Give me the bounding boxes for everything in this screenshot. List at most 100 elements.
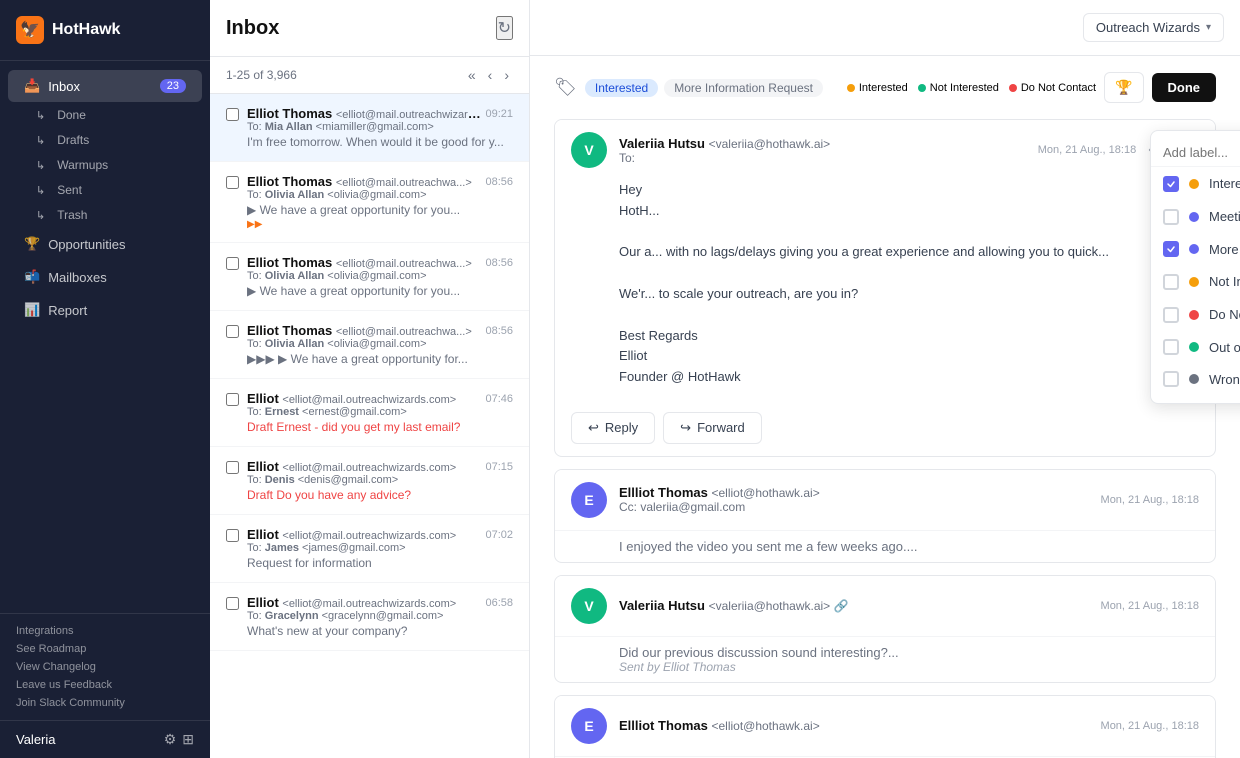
sidebar: 🦅 HotHawk 📥 Inbox 23 Done Drafts Warmups… — [0, 0, 210, 758]
app-name: HotHawk — [52, 21, 120, 39]
user-name: Valeria — [16, 732, 56, 747]
label-option-out-of-office[interactable]: Out of Office — [1151, 331, 1240, 363]
email-time: 08:56 — [485, 325, 513, 337]
email-checkbox[interactable] — [226, 325, 239, 338]
email-item-content: Elliot Thomas <elliot@mail.outreachwa...… — [247, 174, 513, 230]
roadmap-link[interactable]: See Roadmap — [16, 640, 194, 658]
forward-button[interactable]: ↪ Forward — [663, 412, 762, 444]
email-arrows: ▶▶ — [247, 219, 513, 230]
layout-icon[interactable]: ⊞ — [182, 731, 194, 748]
settings-icon[interactable]: ⚙ — [164, 731, 177, 748]
thread-from: Valeriia Hutsu <valeriia@hothawk.ai> — [619, 136, 1026, 151]
email-checkbox[interactable] — [226, 108, 239, 121]
thread-item: E Ellliot Thomas <elliot@hothawk.ai> Cc:… — [554, 469, 1216, 563]
refresh-button[interactable]: ↻ — [496, 16, 513, 40]
integrations-link[interactable]: Integrations — [16, 622, 194, 640]
trash-label: Trash — [57, 208, 87, 222]
report-label: Report — [48, 303, 87, 318]
thread-meta: Valeriia Hutsu <valeriia@hothawk.ai> To: — [619, 136, 1026, 165]
thread-item: V Valeriia Hutsu <valeriia@hothawk.ai> T… — [554, 119, 1216, 457]
email-item-content: Elliot <elliot@mail.outreachwizards.com>… — [247, 527, 513, 570]
done-button[interactable]: Done — [1152, 73, 1217, 102]
org-selector[interactable]: Outreach Wizards ▾ — [1083, 13, 1224, 42]
sidebar-item-done[interactable]: Done — [20, 103, 202, 127]
label-option-do-not-contact[interactable]: Do Not Contact ★ — [1151, 298, 1240, 331]
reply-button[interactable]: ↩ Reply — [571, 412, 655, 444]
label-tag-icon[interactable]: 🏷 — [554, 77, 577, 98]
color-dot-interested — [1189, 179, 1199, 189]
list-item[interactable]: Elliot Thomas <elliot@mail.outreachwa...… — [210, 243, 529, 311]
label-search-input[interactable] — [1163, 145, 1240, 160]
list-item[interactable]: Elliot <elliot@mail.outreachwizards.com>… — [210, 515, 529, 583]
prev-page-button[interactable]: ‹ — [484, 65, 497, 85]
list-item[interactable]: Elliot Thomas <elliot@mail.outreachwa...… — [210, 162, 529, 243]
email-sender: Elliot <elliot@mail.outreachwizards.com> — [247, 595, 456, 610]
pagination-range: 1-25 of 3,966 — [226, 68, 297, 82]
email-sender: Elliot <elliot@mail.outreachwizards.com> — [247, 527, 456, 542]
email-list-title: Inbox — [226, 17, 279, 40]
changelog-link[interactable]: View Changelog — [16, 658, 194, 676]
slack-link[interactable]: Join Slack Community — [16, 694, 194, 712]
next-page-button[interactable]: › — [500, 65, 513, 85]
email-preview: ▶▶▶ ▶ We have a great opportunity for... — [247, 352, 513, 366]
sidebar-item-drafts[interactable]: Drafts — [20, 128, 202, 152]
sidebar-item-sent[interactable]: Sent — [20, 178, 202, 202]
sidebar-item-mailboxes[interactable]: 📬 Mailboxes — [8, 261, 202, 293]
list-item[interactable]: Elliot Thomas <elliot@mail.outreachwizar… — [210, 94, 529, 162]
email-preview: ▶ We have a great opportunity for you... — [247, 284, 513, 298]
label-option-more-info[interactable]: More Info Request — [1151, 233, 1240, 265]
label-option-not-interested[interactable]: Not Interested ★ — [1151, 265, 1240, 298]
label-more-info: More Info Request — [1209, 242, 1240, 257]
email-checkbox[interactable] — [226, 393, 239, 406]
email-list-panel: Inbox ↻ 1-25 of 3,966 « ‹ › Elliot Thoma… — [210, 0, 530, 758]
thread-header: V Valeriia Hutsu <valeriia@hothawk.ai> 🔗… — [555, 576, 1215, 636]
thread-item: V Valeriia Hutsu <valeriia@hothawk.ai> 🔗… — [554, 575, 1216, 683]
sidebar-item-trash[interactable]: Trash — [20, 203, 202, 227]
email-checkbox[interactable] — [226, 176, 239, 189]
sidebar-item-report[interactable]: 📊 Report — [8, 294, 202, 326]
email-checkbox[interactable] — [226, 461, 239, 474]
sidebar-item-warmups[interactable]: Warmups — [20, 153, 202, 177]
interested-tag: Interested — [585, 79, 658, 97]
color-dot-not-interested — [1189, 277, 1199, 287]
thread-email: <elliot@hothawk.ai> — [711, 486, 819, 500]
inbox-label: Inbox — [48, 79, 80, 94]
first-page-button[interactable]: « — [464, 65, 480, 85]
label-option-wrong-person[interactable]: Wrong Person — [1151, 363, 1240, 395]
list-item[interactable]: Elliot <elliot@mail.outreachwizards.com>… — [210, 447, 529, 515]
sidebar-item-inbox[interactable]: 📥 Inbox 23 — [8, 70, 202, 102]
email-item-content: Elliot <elliot@mail.outreachwizards.com>… — [247, 595, 513, 638]
email-to: To: Denis <denis@gmail.com> — [247, 474, 513, 486]
email-item-content: Elliot <elliot@mail.outreachwizards.com>… — [247, 459, 513, 502]
list-item[interactable]: Elliot Thomas <elliot@mail.outreachwa...… — [210, 311, 529, 379]
email-checkbox[interactable] — [226, 257, 239, 270]
thread-body: Hey HotH... Our a... with no lags/delays… — [555, 180, 1215, 400]
thread-time: Mon, 21 Aug., 18:18 — [1038, 144, 1136, 156]
email-to: To: Olivia Allan <olivia@gmail.com> — [247, 189, 513, 201]
label-do-not-contact: Do Not Contact — [1209, 307, 1240, 322]
thread-preview: Did our previous discussion sound intere… — [555, 636, 1215, 682]
list-item[interactable]: Elliot <elliot@mail.outreachwizards.com>… — [210, 379, 529, 447]
list-item[interactable]: Elliot <elliot@mail.outreachwizards.com>… — [210, 583, 529, 651]
email-checkbox[interactable] — [226, 597, 239, 610]
color-dot-meeting — [1189, 212, 1199, 222]
check-interested — [1163, 176, 1179, 192]
warmups-label: Warmups — [57, 158, 108, 172]
color-dot-wrong-person — [1189, 374, 1199, 384]
thread-time: Mon, 21 Aug., 18:18 — [1101, 494, 1199, 506]
email-time: 07:46 — [485, 393, 513, 405]
label-wrong-person: Wrong Person — [1209, 372, 1240, 387]
user-icons: ⚙ ⊞ — [164, 731, 194, 748]
check-wrong-person — [1163, 371, 1179, 387]
email-preview: What's new at your company? — [247, 624, 513, 638]
email-checkbox[interactable] — [226, 529, 239, 542]
trophy-button[interactable]: 🏆 — [1104, 72, 1143, 103]
mailboxes-label: Mailboxes — [48, 270, 107, 285]
email-time: 06:58 — [485, 597, 513, 609]
label-option-interested[interactable]: Interested ★ — [1151, 167, 1240, 200]
sidebar-item-opportunities[interactable]: 🏆 Opportunities — [8, 228, 202, 260]
feedback-link[interactable]: Leave us Feedback — [16, 676, 194, 694]
label-meeting-request: Meeting Request — [1209, 209, 1240, 224]
email-sender: Elliot Thomas <elliot@mail.outreachwa...… — [247, 323, 472, 338]
label-option-meeting-request[interactable]: Meeting Request ★ — [1151, 200, 1240, 233]
